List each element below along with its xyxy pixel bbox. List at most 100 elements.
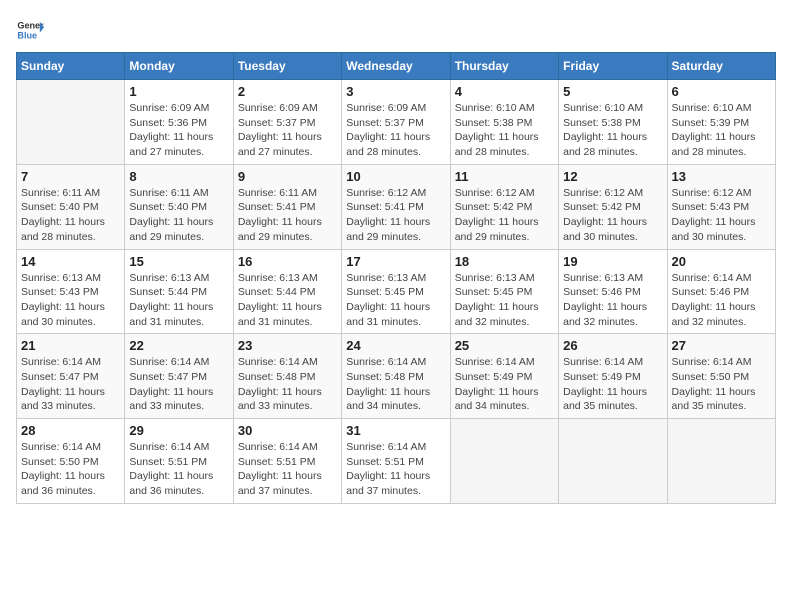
day-number: 22 [129,338,228,353]
day-number: 10 [346,169,445,184]
day-detail: Sunrise: 6:11 AM Sunset: 5:40 PM Dayligh… [21,186,120,245]
day-number: 29 [129,423,228,438]
day-number: 13 [672,169,771,184]
day-number: 11 [455,169,554,184]
calendar-cell: 31Sunrise: 6:14 AM Sunset: 5:51 PM Dayli… [342,419,450,504]
day-detail: Sunrise: 6:12 AM Sunset: 5:42 PM Dayligh… [563,186,662,245]
calendar-cell [667,419,775,504]
calendar-cell: 11 Sunrise: 6:12 AM Sunset: 5:42 PM Dayli… [450,164,558,249]
calendar-cell: 14Sunrise: 6:13 AM Sunset: 5:43 PM Dayli… [17,249,125,334]
day-detail: Sunrise: 6:14 AM Sunset: 5:50 PM Dayligh… [21,440,120,499]
weekday-header: Thursday [450,53,558,80]
day-number: 30 [238,423,337,438]
calendar-cell: 25 Sunrise: 6:14 AM Sunset: 5:49 PM Dayli… [450,334,558,419]
day-number: 8 [129,169,228,184]
calendar-cell: 17Sunrise: 6:13 AM Sunset: 5:45 PM Dayli… [342,249,450,334]
weekday-header: Sunday [17,53,125,80]
logo: General Blue [16,16,48,44]
day-detail: Sunrise: 6:10 AM Sunset: 5:38 PM Dayligh… [563,101,662,160]
calendar-cell [450,419,558,504]
calendar-cell: 30Sunrise: 6:14 AM Sunset: 5:51 PM Dayli… [233,419,341,504]
calendar-cell: 27 Sunrise: 6:14 AM Sunset: 5:50 PM Dayli… [667,334,775,419]
day-number: 19 [563,254,662,269]
day-detail: Sunrise: 6:14 AM Sunset: 5:49 PM Dayligh… [563,355,662,414]
day-detail: Sunrise: 6:09 AM Sunset: 5:37 PM Dayligh… [238,101,337,160]
day-detail: Sunrise: 6:11 AM Sunset: 5:40 PM Dayligh… [129,186,228,245]
day-number: 3 [346,84,445,99]
header: General Blue [16,16,776,44]
calendar-cell: 16 Sunrise: 6:13 AM Sunset: 5:44 PM Dayli… [233,249,341,334]
day-number: 24 [346,338,445,353]
day-number: 21 [21,338,120,353]
day-detail: Sunrise: 6:12 AM Sunset: 5:42 PM Dayligh… [455,186,554,245]
calendar-cell [559,419,667,504]
calendar-cell: 4 Sunrise: 6:10 AM Sunset: 5:38 PM Daylig… [450,80,558,165]
day-number: 15 [129,254,228,269]
day-detail: Sunrise: 6:13 AM Sunset: 5:45 PM Dayligh… [346,271,445,330]
day-detail: Sunrise: 6:13 AM Sunset: 5:45 PM Dayligh… [455,271,554,330]
day-number: 26 [563,338,662,353]
day-detail: Sunrise: 6:14 AM Sunset: 5:50 PM Dayligh… [672,355,771,414]
day-number: 31 [346,423,445,438]
day-number: 28 [21,423,120,438]
calendar-cell: 12 Sunrise: 6:12 AM Sunset: 5:42 PM Dayli… [559,164,667,249]
day-detail: Sunrise: 6:14 AM Sunset: 5:51 PM Dayligh… [129,440,228,499]
day-detail: Sunrise: 6:14 AM Sunset: 5:49 PM Dayligh… [455,355,554,414]
day-number: 23 [238,338,337,353]
day-detail: Sunrise: 6:10 AM Sunset: 5:39 PM Dayligh… [672,101,771,160]
day-detail: Sunrise: 6:12 AM Sunset: 5:43 PM Dayligh… [672,186,771,245]
calendar-cell: 29 Sunrise: 6:14 AM Sunset: 5:51 PM Dayli… [125,419,233,504]
day-detail: Sunrise: 6:14 AM Sunset: 5:46 PM Dayligh… [672,271,771,330]
calendar-cell: 3 Sunrise: 6:09 AM Sunset: 5:37 PM Daylig… [342,80,450,165]
day-detail: Sunrise: 6:14 AM Sunset: 5:47 PM Dayligh… [21,355,120,414]
logo-icon: General Blue [16,16,44,44]
day-detail: Sunrise: 6:14 AM Sunset: 5:47 PM Dayligh… [129,355,228,414]
calendar-cell: 6 Sunrise: 6:10 AM Sunset: 5:39 PM Daylig… [667,80,775,165]
calendar-cell: 9 Sunrise: 6:11 AM Sunset: 5:41 PM Daylig… [233,164,341,249]
day-detail: Sunrise: 6:14 AM Sunset: 5:48 PM Dayligh… [346,355,445,414]
calendar-cell: 18Sunrise: 6:13 AM Sunset: 5:45 PM Dayli… [450,249,558,334]
day-number: 2 [238,84,337,99]
day-detail: Sunrise: 6:13 AM Sunset: 5:44 PM Dayligh… [238,271,337,330]
calendar-table: SundayMondayTuesdayWednesdayThursdayFrid… [16,52,776,504]
weekday-header: Friday [559,53,667,80]
day-detail: Sunrise: 6:10 AM Sunset: 5:38 PM Dayligh… [455,101,554,160]
day-number: 12 [563,169,662,184]
svg-text:Blue: Blue [17,30,37,40]
day-detail: Sunrise: 6:14 AM Sunset: 5:48 PM Dayligh… [238,355,337,414]
calendar-cell: 19 Sunrise: 6:13 AM Sunset: 5:46 PM Dayli… [559,249,667,334]
day-detail: Sunrise: 6:13 AM Sunset: 5:46 PM Dayligh… [563,271,662,330]
day-number: 16 [238,254,337,269]
calendar-cell: 21 Sunrise: 6:14 AM Sunset: 5:47 PM Dayli… [17,334,125,419]
day-number: 7 [21,169,120,184]
day-number: 20 [672,254,771,269]
calendar-cell: 5 Sunrise: 6:10 AM Sunset: 5:38 PM Daylig… [559,80,667,165]
day-number: 1 [129,84,228,99]
weekday-header: Saturday [667,53,775,80]
calendar-cell: 15 Sunrise: 6:13 AM Sunset: 5:44 PM Dayli… [125,249,233,334]
day-number: 9 [238,169,337,184]
day-detail: Sunrise: 6:09 AM Sunset: 5:36 PM Dayligh… [129,101,228,160]
calendar-cell: 26 Sunrise: 6:14 AM Sunset: 5:49 PM Dayli… [559,334,667,419]
calendar-cell: 23 Sunrise: 6:14 AM Sunset: 5:48 PM Dayli… [233,334,341,419]
day-number: 4 [455,84,554,99]
weekday-header: Wednesday [342,53,450,80]
day-detail: Sunrise: 6:09 AM Sunset: 5:37 PM Dayligh… [346,101,445,160]
day-number: 5 [563,84,662,99]
calendar-cell: 22 Sunrise: 6:14 AM Sunset: 5:47 PM Dayli… [125,334,233,419]
calendar-cell: 8 Sunrise: 6:11 AM Sunset: 5:40 PM Daylig… [125,164,233,249]
calendar-cell: 20 Sunrise: 6:14 AM Sunset: 5:46 PM Dayli… [667,249,775,334]
calendar-cell: 7 Sunrise: 6:11 AM Sunset: 5:40 PM Daylig… [17,164,125,249]
day-number: 27 [672,338,771,353]
calendar-cell: 2 Sunrise: 6:09 AM Sunset: 5:37 PM Daylig… [233,80,341,165]
day-detail: Sunrise: 6:11 AM Sunset: 5:41 PM Dayligh… [238,186,337,245]
calendar-cell: 10Sunrise: 6:12 AM Sunset: 5:41 PM Dayli… [342,164,450,249]
calendar-cell: 1 Sunrise: 6:09 AM Sunset: 5:36 PM Daylig… [125,80,233,165]
calendar-cell: 24 Sunrise: 6:14 AM Sunset: 5:48 PM Dayli… [342,334,450,419]
day-detail: Sunrise: 6:13 AM Sunset: 5:44 PM Dayligh… [129,271,228,330]
day-number: 25 [455,338,554,353]
day-number: 14 [21,254,120,269]
calendar-cell: 28 Sunrise: 6:14 AM Sunset: 5:50 PM Dayli… [17,419,125,504]
day-number: 6 [672,84,771,99]
weekday-header: Monday [125,53,233,80]
